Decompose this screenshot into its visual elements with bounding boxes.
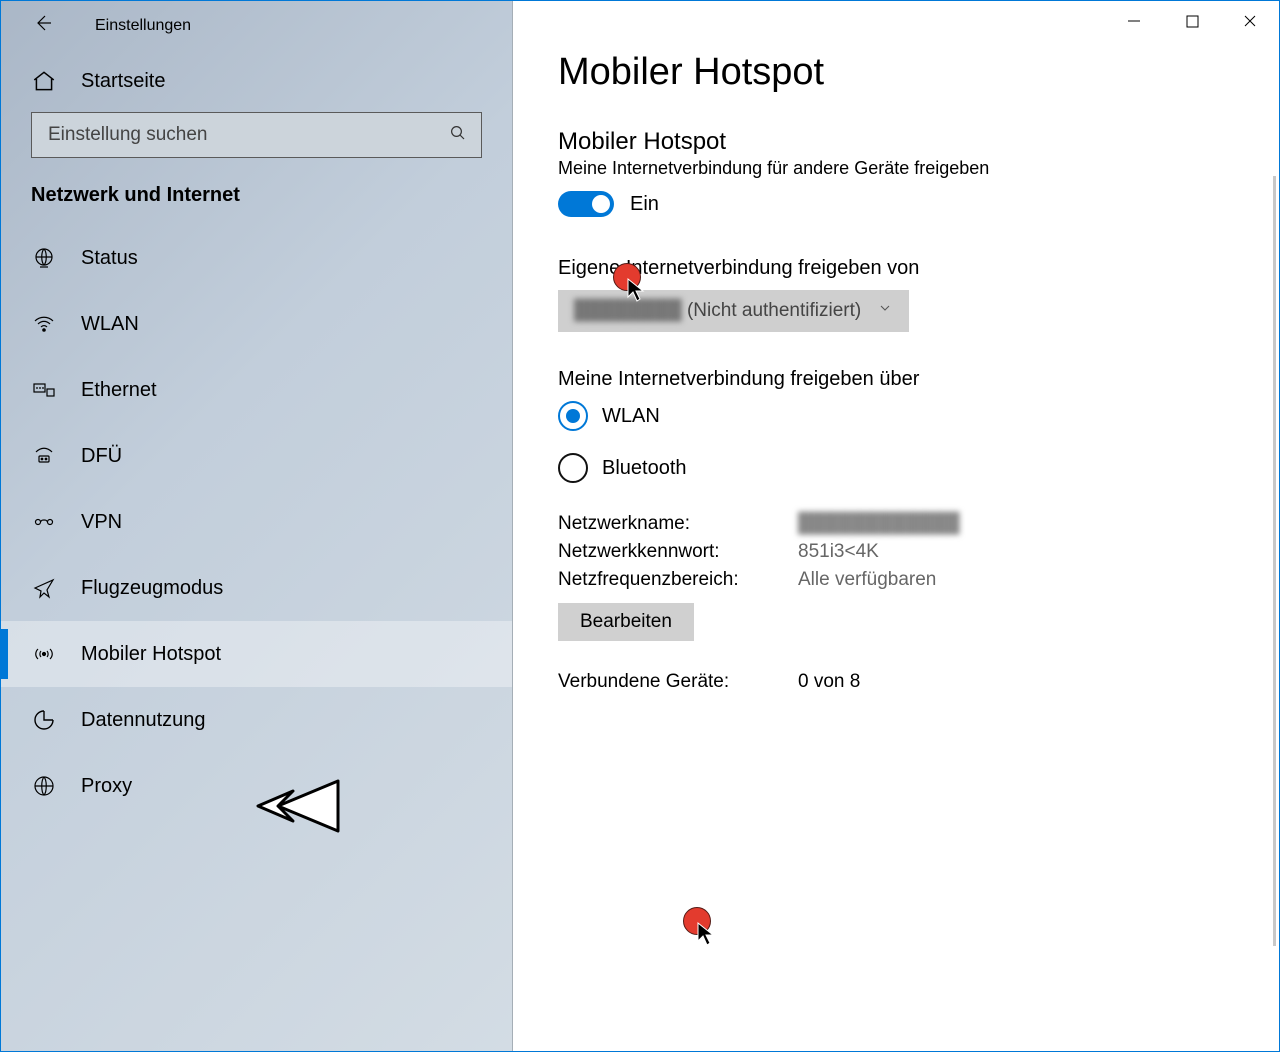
home-label: Startseite xyxy=(81,70,165,93)
sidebar-item-dfu[interactable]: DFÜ xyxy=(1,423,512,489)
search-icon xyxy=(449,124,467,147)
toggle-label: Ein xyxy=(630,193,659,216)
close-button[interactable] xyxy=(1221,1,1279,41)
airplane-icon xyxy=(31,576,57,600)
radio-wlan[interactable]: WLAN xyxy=(558,401,1219,431)
app-title: Einstellungen xyxy=(95,17,191,35)
sidebar-item-label: Mobiler Hotspot xyxy=(81,643,221,666)
hotspot-toggle[interactable] xyxy=(558,191,614,217)
sidebar-item-wlan[interactable]: WLAN xyxy=(1,291,512,357)
chevron-down-icon xyxy=(877,300,893,322)
sidebar-item-airplane[interactable]: Flugzeugmodus xyxy=(1,555,512,621)
share-from-label: Eigene Internetverbindung freigeben von xyxy=(558,257,1219,280)
globe-icon xyxy=(31,774,57,798)
sidebar: Einstellungen Startseite Netzwerk und In… xyxy=(1,1,513,1051)
radio-bluetooth[interactable]: Bluetooth xyxy=(558,453,1219,483)
connected-devices-value: 0 von 8 xyxy=(798,671,860,693)
sidebar-item-label: Proxy xyxy=(81,775,132,798)
home-icon xyxy=(31,68,57,94)
share-from-blurred: ████████ xyxy=(574,300,682,322)
section-subtitle: Meine Internetverbindung für andere Gerä… xyxy=(558,158,1219,179)
sidebar-item-label: Ethernet xyxy=(81,379,157,402)
sidebar-item-label: Flugzeugmodus xyxy=(81,577,223,600)
sidebar-item-home[interactable]: Startseite xyxy=(1,50,512,112)
radio-label: WLAN xyxy=(602,405,660,428)
search-input-wrapper[interactable] xyxy=(31,112,482,158)
ethernet-icon xyxy=(31,378,57,402)
wifi-icon xyxy=(31,312,57,336)
share-from-dropdown[interactable]: ████████ (Nicht authentifiziert) xyxy=(558,290,909,332)
dialup-icon xyxy=(31,444,57,468)
maximize-button[interactable] xyxy=(1163,1,1221,41)
search-input[interactable] xyxy=(46,123,449,147)
sidebar-item-data[interactable]: Datennutzung xyxy=(1,687,512,753)
radio-label: Bluetooth xyxy=(602,457,687,480)
share-over-label: Meine Internetverbindung freigeben über xyxy=(558,368,1219,391)
page-title: Mobiler Hotspot xyxy=(558,51,1219,94)
network-password-value: 851i3<4K xyxy=(798,541,879,563)
network-frequency-value: Alle verfügbaren xyxy=(798,569,936,591)
sidebar-item-proxy[interactable]: Proxy xyxy=(1,753,512,819)
sidebar-item-vpn[interactable]: VPN xyxy=(1,489,512,555)
section-title: Mobiler Hotspot xyxy=(558,128,1219,156)
titlebar xyxy=(513,1,1279,41)
sidebar-item-label: DFÜ xyxy=(81,445,122,468)
main-panel: Mobiler Hotspot Mobiler Hotspot Meine In… xyxy=(513,1,1279,1051)
sidebar-item-hotspot[interactable]: Mobiler Hotspot xyxy=(1,621,512,687)
minimize-button[interactable] xyxy=(1105,1,1163,41)
network-frequency-label: Netzfrequenzbereich: xyxy=(558,569,798,591)
radio-icon xyxy=(558,401,588,431)
radio-icon xyxy=(558,453,588,483)
sidebar-item-label: VPN xyxy=(81,511,122,534)
network-password-label: Netzwerkkennwort: xyxy=(558,541,798,563)
vpn-icon xyxy=(31,510,57,534)
back-icon[interactable] xyxy=(31,11,55,40)
connected-devices-label: Verbundene Geräte: xyxy=(558,671,798,693)
edit-button[interactable]: Bearbeiten xyxy=(558,603,694,641)
sidebar-item-ethernet[interactable]: Ethernet xyxy=(1,357,512,423)
data-usage-icon xyxy=(31,708,57,732)
network-name-label: Netzwerkname: xyxy=(558,513,798,535)
sidebar-item-label: WLAN xyxy=(81,313,139,336)
scrollbar[interactable] xyxy=(1273,176,1276,946)
share-from-value: (Nicht authentifiziert) xyxy=(687,300,861,322)
globe-net-icon xyxy=(31,246,57,270)
sidebar-item-label: Status xyxy=(81,247,138,270)
network-name-value: ████████████ xyxy=(798,513,960,535)
hotspot-icon xyxy=(31,642,57,666)
sidebar-item-label: Datennutzung xyxy=(81,709,206,732)
category-header: Netzwerk und Internet xyxy=(1,184,512,225)
nav-list: Status WLAN Ethernet DFÜ VPN Flugzeugmod… xyxy=(1,225,512,1051)
sidebar-item-status[interactable]: Status xyxy=(1,225,512,291)
